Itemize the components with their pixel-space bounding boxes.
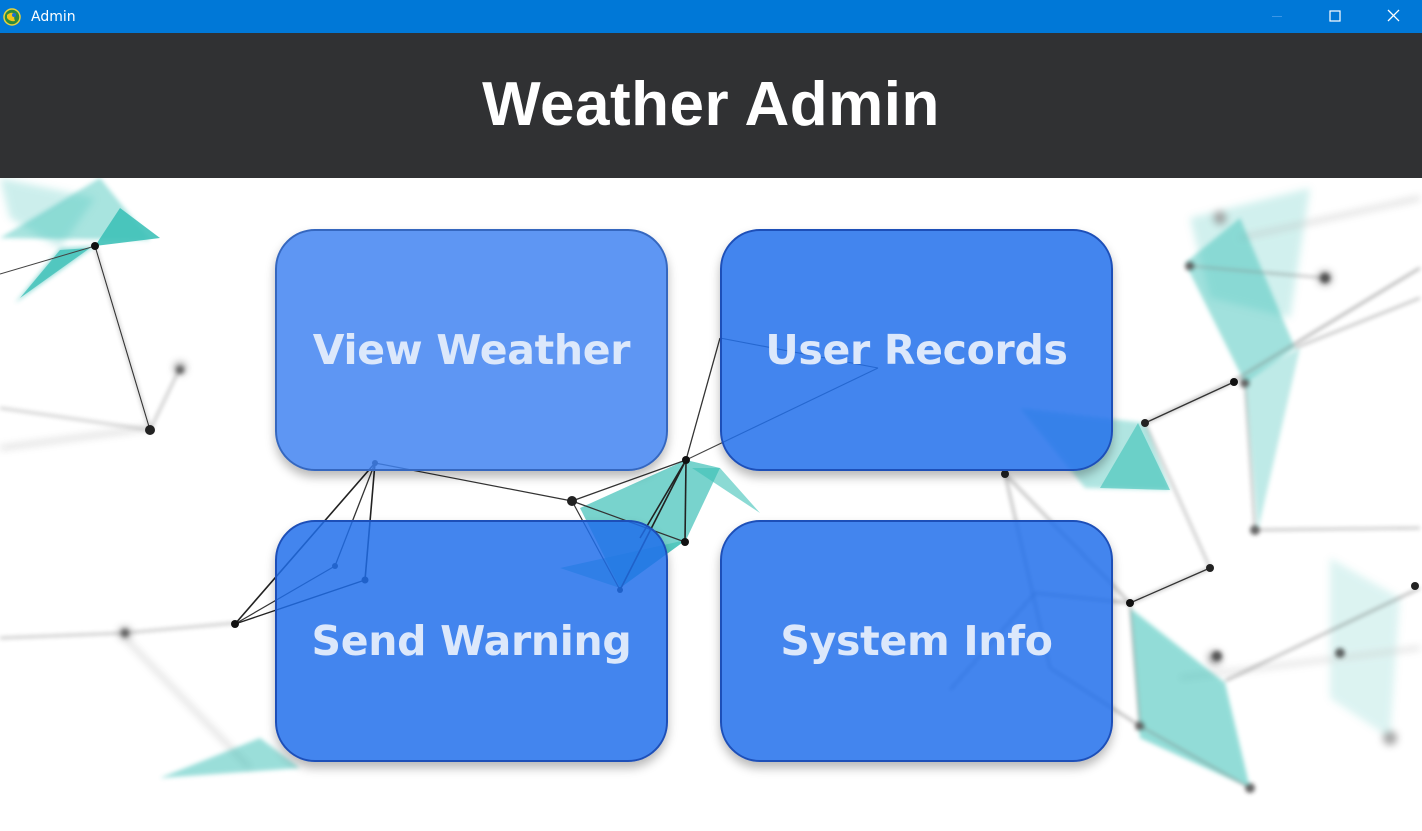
system-info-label: System Info [780,617,1053,665]
network-background-image [0,178,1422,831]
view-weather-label: View Weather [312,326,631,374]
app-icon [3,7,21,26]
system-info-button[interactable]: System Info [720,520,1113,762]
send-warning-button[interactable]: Send Warning [275,520,668,762]
header-bar: Weather Admin [0,33,1422,178]
title-bar[interactable]: Admin [0,0,1422,33]
user-records-button[interactable]: User Records [720,229,1113,471]
minimize-button[interactable] [1248,0,1306,33]
send-warning-label: Send Warning [311,617,632,665]
view-weather-button[interactable]: View Weather [275,229,668,471]
page-title: Weather Admin [482,70,940,139]
minimize-icon [1271,7,1283,26]
app-window: Admin Weather Admin View Weather User Re… [0,0,1422,831]
close-button[interactable] [1364,0,1422,33]
window-title: Admin [31,8,76,25]
close-icon [1387,7,1400,26]
maximize-icon [1329,7,1341,26]
user-records-label: User Records [765,326,1068,374]
window-controls [1248,0,1422,33]
maximize-button[interactable] [1306,0,1364,33]
